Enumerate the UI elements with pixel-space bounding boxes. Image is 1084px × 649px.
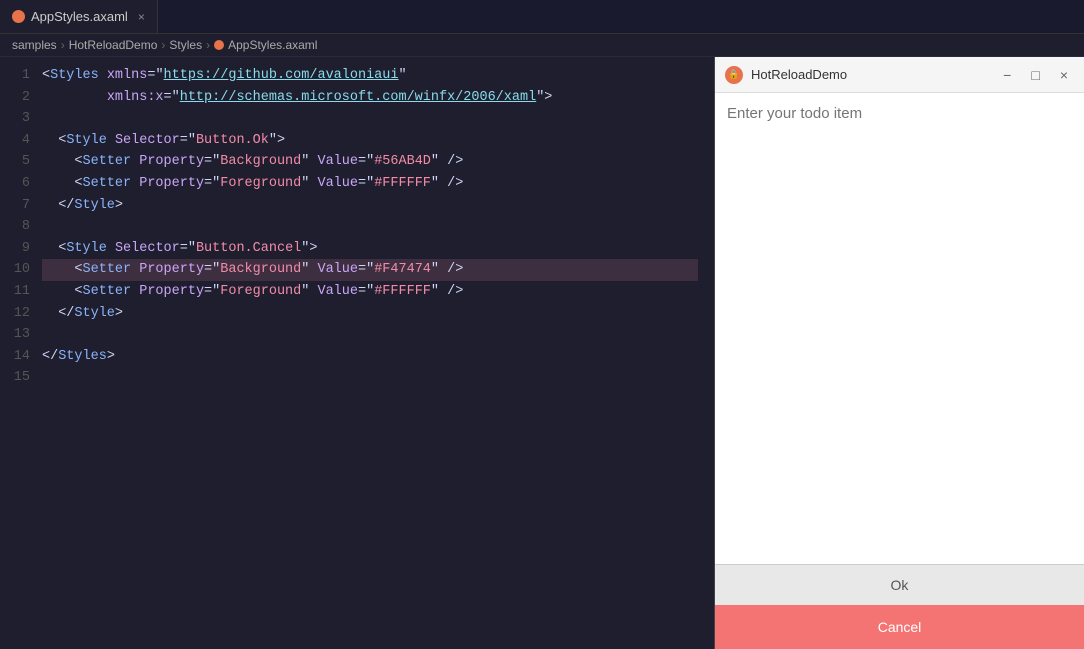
- code-line-10: <Setter Property="Background" Value="#F4…: [42, 259, 698, 281]
- code-editor[interactable]: 12345 678910 1112131415 <Styles xmlns="h…: [0, 57, 714, 649]
- code-line-4: <Style Selector="Button.Ok">: [42, 130, 698, 152]
- breadcrumb-sep1: ›: [61, 38, 65, 52]
- preview-minimize-button[interactable]: −: [997, 66, 1017, 84]
- line-numbers: 12345 678910 1112131415: [0, 65, 42, 389]
- breadcrumb-sep3: ›: [206, 38, 210, 52]
- code-lines: 12345 678910 1112131415 <Styles xmlns="h…: [0, 57, 714, 397]
- code-line-1: <Styles xmlns="https://github.com/avalon…: [42, 65, 698, 87]
- preview-controls: − □ ×: [997, 66, 1074, 84]
- code-line-12: </Style>: [42, 303, 698, 325]
- code-line-2: xmlns:x="http://schemas.microsoft.com/wi…: [42, 87, 698, 109]
- code-line-7: </Style>: [42, 195, 698, 217]
- preview-maximize-button[interactable]: □: [1025, 66, 1045, 84]
- xaml-tab-icon: [12, 10, 25, 23]
- ok-button[interactable]: Ok: [715, 564, 1084, 605]
- code-line-14: </Styles>: [42, 346, 698, 368]
- breadcrumb-styles[interactable]: Styles: [169, 38, 202, 52]
- code-line-15: [42, 367, 698, 389]
- tab-appstyles[interactable]: AppStyles.axaml ×: [0, 0, 158, 33]
- todo-input[interactable]: [727, 105, 1072, 552]
- cancel-button[interactable]: Cancel: [715, 605, 1084, 649]
- tab-close-button[interactable]: ×: [138, 10, 145, 24]
- breadcrumb-sep2: ›: [161, 38, 165, 52]
- code-line-13: [42, 324, 698, 346]
- breadcrumb: samples › HotReloadDemo › Styles › AppSt…: [0, 34, 1084, 57]
- breadcrumb-hotreloaddemo[interactable]: HotReloadDemo: [69, 38, 158, 52]
- tab-bar: AppStyles.axaml ×: [0, 0, 1084, 34]
- code-line-11: <Setter Property="Foreground" Value="#FF…: [42, 281, 698, 303]
- preview-titlebar: HotReloadDemo − □ ×: [715, 57, 1084, 93]
- preview-window: HotReloadDemo − □ × Ok Cancel: [714, 57, 1084, 649]
- main-area: 12345 678910 1112131415 <Styles xmlns="h…: [0, 57, 1084, 649]
- breadcrumb-samples[interactable]: samples: [12, 38, 57, 52]
- code-line-8: [42, 216, 698, 238]
- code-line-5: <Setter Property="Background" Value="#56…: [42, 151, 698, 173]
- code-line-6: <Setter Property="Foreground" Value="#FF…: [42, 173, 698, 195]
- tab-label: AppStyles.axaml: [31, 9, 128, 24]
- preview-close-button[interactable]: ×: [1054, 66, 1074, 84]
- code-content: <Styles xmlns="https://github.com/avalon…: [42, 65, 714, 389]
- preview-app-icon: [725, 66, 743, 84]
- preview-buttons: Ok Cancel: [715, 564, 1084, 649]
- preview-content: [715, 93, 1084, 564]
- breadcrumb-filename[interactable]: AppStyles.axaml: [228, 38, 317, 52]
- code-line-3: [42, 108, 698, 130]
- preview-title: HotReloadDemo: [751, 67, 989, 82]
- code-line-9: <Style Selector="Button.Cancel">: [42, 238, 698, 260]
- breadcrumb-xaml-icon: [214, 40, 224, 50]
